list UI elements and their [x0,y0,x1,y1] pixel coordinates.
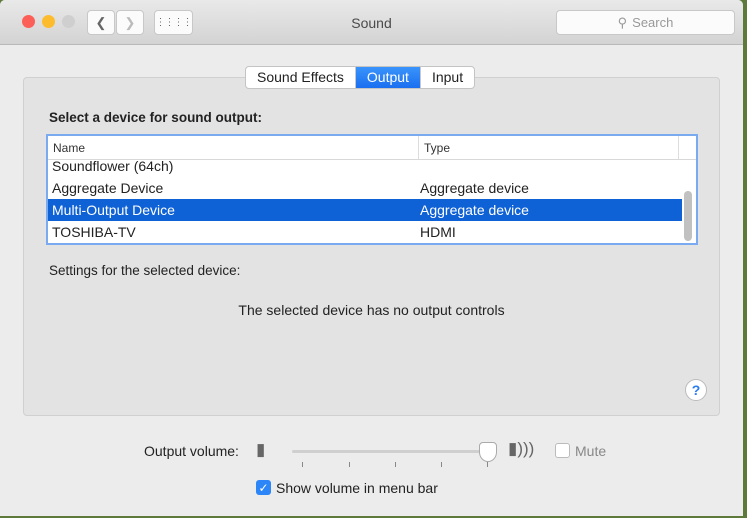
device-heading: Select a device for sound output: [49,110,263,125]
slider-tick [349,462,350,467]
table-row[interactable]: Aggregate Device Aggregate device [48,177,682,199]
show-volume-checkbox[interactable]: ✓ [256,480,271,495]
slider-tick [302,462,303,467]
tab-input[interactable]: Input [421,67,474,88]
slider-tick [395,462,396,467]
table-scrollbar[interactable] [684,191,692,241]
help-button[interactable]: ? [685,379,707,401]
mute-checkbox[interactable] [555,443,570,458]
table-row-selected[interactable]: Multi-Output Device Aggregate device [48,199,682,221]
output-panel [23,77,720,416]
device-name: TOSHIBA-TV [52,224,136,240]
checkmark-icon: ✓ [258,481,269,495]
device-name: Aggregate Device [52,180,164,196]
no-controls-message: The selected device has no output contro… [238,302,505,318]
settings-label: Settings for the selected device: [49,263,241,278]
device-table[interactable]: Name Type Soundflower (64ch) Aggregate D… [46,134,698,245]
volume-slider-thumb[interactable] [479,442,497,462]
tab-output[interactable]: Output [355,67,421,88]
table-row[interactable]: Soundflower (64ch) [48,155,682,177]
device-type: Aggregate device [420,180,529,196]
search-placeholder: Search [632,15,674,30]
table-row[interactable]: TOSHIBA-TV HDMI [48,221,682,243]
slider-tick [441,462,442,467]
sound-preferences-window: ❮ ❯ ⋮⋮⋮⋮ Sound ⚲ Search Sound Effects Out… [0,0,743,516]
tab-sound-effects[interactable]: Sound Effects [246,67,356,88]
device-name: Multi-Output Device [52,202,175,218]
device-type: Aggregate device [420,202,529,218]
tab-bar: Sound Effects Output Input [245,66,476,89]
title-bar: ❮ ❯ ⋮⋮⋮⋮ Sound ⚲ Search [0,0,743,45]
mute-label: Mute [575,443,607,459]
speaker-high-icon: ▮))) [508,439,535,458]
search-field[interactable]: ⚲ Search [556,10,735,35]
show-volume-label: Show volume in menu bar [276,480,438,496]
slider-tick [487,462,488,467]
device-name: Soundflower (64ch) [52,158,174,174]
speaker-low-icon: ▮ [256,440,266,459]
device-type: HDMI [420,224,456,240]
search-icon: ⚲ [617,14,628,30]
volume-slider[interactable] [292,450,488,453]
output-volume-label: Output volume: [144,443,239,459]
